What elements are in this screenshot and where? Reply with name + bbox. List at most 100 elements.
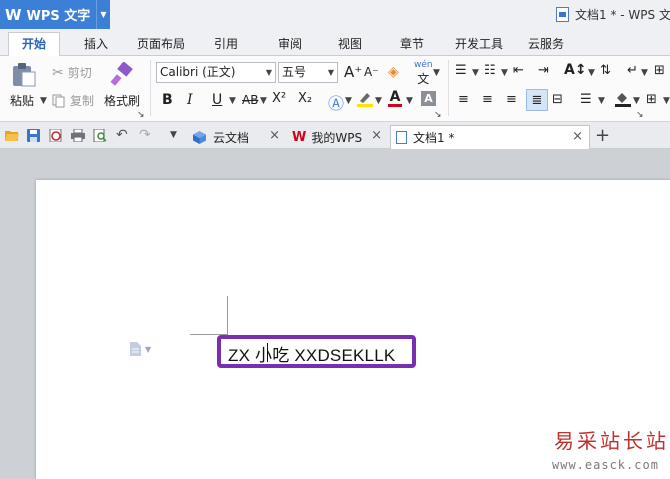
print-icon[interactable] [71, 129, 85, 142]
line-spacing-button[interactable]: ☰ [580, 92, 592, 107]
redo-icon[interactable]: ↷ [139, 127, 151, 143]
character-shading-button[interactable]: A [421, 91, 436, 106]
superscript-button[interactable]: X² [272, 91, 286, 106]
highlight-dropdown-icon[interactable]: ▼ [375, 96, 382, 106]
border-icon: ⊞ [646, 92, 657, 107]
sort-icon: ⇅ [600, 63, 611, 78]
clear-format-button[interactable]: ◈ [388, 64, 399, 80]
new-tab-icon[interactable]: + [595, 125, 610, 146]
divider [448, 60, 449, 116]
increase-indent-button[interactable]: ⇥ [538, 63, 549, 78]
print-preview-icon[interactable] [93, 129, 107, 142]
strikethrough-dropdown-icon[interactable]: ▼ [260, 96, 267, 106]
border-button[interactable]: ⊞ [646, 92, 657, 107]
copy-icon [52, 94, 65, 107]
window-title-text: 文档1 * - WPS 文 [575, 8, 670, 22]
justify-button[interactable]: ≣ [526, 89, 548, 111]
close-icon[interactable]: × [269, 128, 280, 143]
eraser-icon: ◈ [388, 64, 399, 80]
change-case-button[interactable]: A͏↕ [564, 62, 587, 78]
document-text[interactable]: ZX 小吃 XXDSEKLLK [228, 341, 395, 366]
align-center-icon: ≡ [482, 92, 493, 107]
align-right-button[interactable]: ≡ [506, 92, 517, 107]
tab-chapter[interactable]: 章节 [392, 33, 432, 56]
paragraph-mark-dropdown-icon[interactable]: ▼ [641, 68, 648, 78]
tab-developer[interactable]: 开发工具 [448, 33, 510, 56]
bullet-list-button[interactable]: ☰ [455, 63, 467, 78]
text-effect-button[interactable]: Ⓐ [328, 90, 344, 114]
close-icon[interactable]: × [572, 129, 583, 144]
phonetic-dropdown-icon[interactable]: ▼ [433, 68, 440, 78]
change-case-dropdown-icon[interactable]: ▼ [588, 68, 595, 78]
paragraph-mark-button[interactable]: ↵ [627, 63, 638, 78]
font-name-select[interactable]: Calibri (正文) ▼ [156, 62, 276, 83]
align-right-icon: ≡ [506, 92, 517, 107]
font-group-launcher-icon[interactable]: ↘ [434, 110, 442, 120]
watermark-text: 易采站长站 [554, 429, 669, 453]
app-dropdown-icon[interactable]: ▼ [96, 0, 110, 29]
format-painter-label: 格式刷 [104, 94, 141, 108]
copy-button[interactable]: 复制 [52, 92, 94, 109]
paragraph-handle[interactable]: ▼ [129, 342, 151, 356]
cloud-cube-icon [193, 130, 206, 144]
paste-button[interactable]: 粘贴 [10, 62, 38, 109]
open-folder-icon[interactable] [5, 129, 19, 142]
paragraph-mark-icon: ↵ [627, 63, 638, 78]
phonetic-guide-button[interactable]: wén 文 [414, 60, 433, 87]
subscript-button[interactable]: X₂ [298, 91, 312, 106]
border-dropdown-icon[interactable]: ▼ [663, 96, 670, 106]
font-size-value: 五号 [282, 65, 307, 79]
tab-references[interactable]: 引用 [206, 33, 246, 56]
tab-page-layout[interactable]: 页面布局 [130, 33, 192, 56]
export-pdf-icon[interactable] [49, 129, 63, 142]
copy-label: 复制 [70, 94, 95, 108]
grow-font-button[interactable]: A⁺ [344, 63, 362, 81]
font-color-dropdown-icon[interactable]: ▼ [406, 96, 413, 106]
paragraph-group-launcher-icon[interactable]: ↘ [636, 110, 644, 120]
save-icon[interactable] [27, 129, 41, 142]
underline-button[interactable]: U [212, 92, 222, 108]
cut-label: 剪切 [67, 66, 92, 80]
clipboard-group-launcher-icon[interactable]: ↘ [137, 110, 145, 120]
font-color-swatch [388, 104, 402, 107]
line-spacing-dropdown-icon[interactable]: ▼ [598, 96, 605, 106]
strikethrough-button[interactable]: AB [242, 93, 258, 107]
tab-view[interactable]: 视图 [330, 33, 370, 56]
tab-review[interactable]: 审阅 [270, 33, 310, 56]
text-effect-dropdown-icon[interactable]: ▼ [345, 96, 352, 106]
align-center-button[interactable]: ≡ [482, 92, 493, 107]
sort-button[interactable]: ⇅ [600, 63, 611, 78]
decrease-indent-button[interactable]: ⇤ [513, 63, 524, 78]
shrink-font-button[interactable]: A⁻ [364, 65, 379, 79]
underline-dropdown-icon[interactable]: ▼ [229, 96, 236, 106]
align-left-button[interactable]: ≡ [458, 92, 469, 107]
selected-text-box[interactable]: ZX 小吃 XXDSEKLLK [217, 335, 416, 368]
italic-button[interactable]: I [187, 92, 193, 108]
paste-dropdown-icon[interactable]: ▼ [40, 96, 47, 106]
paragraph-shading-dropdown-icon[interactable]: ▼ [633, 96, 640, 106]
highlight-button[interactable] [356, 90, 374, 108]
doc-tab-document1[interactable]: 文档1 * × [390, 125, 590, 149]
numbered-list-dropdown-icon[interactable]: ▼ [501, 68, 508, 78]
bold-button[interactable]: B [162, 92, 173, 108]
table-button[interactable]: ⊞ [654, 63, 665, 78]
bullet-list-dropdown-icon[interactable]: ▼ [472, 68, 479, 78]
tab-insert[interactable]: 插入 [72, 33, 120, 56]
tab-home[interactable]: 开始 [8, 32, 60, 57]
app-menu-button[interactable]: W WPS 文字 ▼ [0, 0, 110, 29]
format-painter-button[interactable]: 格式刷 [104, 62, 140, 109]
tab-cloud-services[interactable]: 云服务 [520, 33, 572, 56]
doc-tab-cloud[interactable]: 云文档 × [188, 125, 286, 149]
numbered-list-button[interactable]: ☷ [484, 63, 496, 78]
close-icon[interactable]: × [371, 128, 382, 143]
undo-icon[interactable]: ↶ [116, 127, 128, 143]
doc-tab-my-wps[interactable]: W 我的WPS × [288, 125, 388, 149]
paragraph-shading-button[interactable] [614, 90, 632, 108]
ribbon-toolbar: 粘贴 ▼ ✂ 剪切 复制 格式刷 ↘ Calibri (正文) ▼ 五号 ▼ A… [0, 56, 670, 122]
quick-access-bar: ↶ ↷ ▼ 云文档 × W 我的WPS × 文档1 * × + [0, 122, 670, 149]
font-size-select[interactable]: 五号 ▼ [278, 62, 338, 83]
cut-button[interactable]: ✂ 剪切 [52, 64, 92, 81]
quick-access-dropdown-icon[interactable]: ▼ [170, 130, 177, 140]
distributed-align-button[interactable]: ⊟ [552, 92, 563, 107]
font-color-button[interactable]: A [388, 89, 402, 107]
